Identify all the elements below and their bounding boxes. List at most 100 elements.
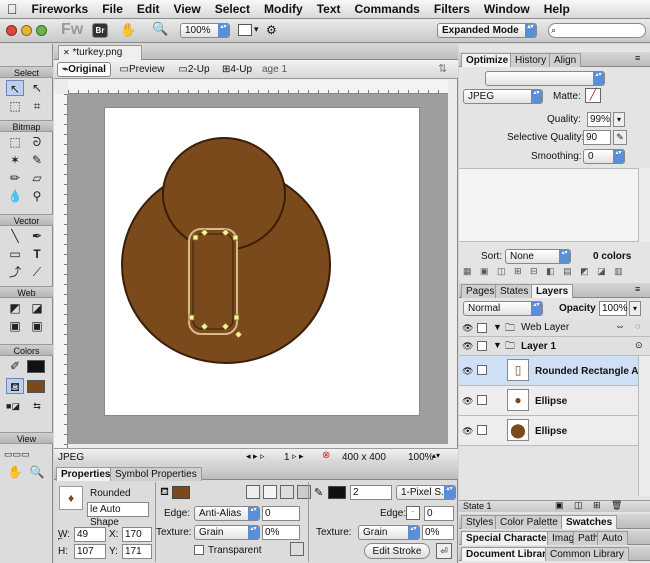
menu-help[interactable]: Help — [537, 2, 577, 16]
bridge-button[interactable]: Br — [92, 23, 108, 38]
scrollbar-layers[interactable] — [638, 356, 650, 496]
stroke-type-select[interactable]: 1-Pixel S... — [396, 485, 456, 500]
tab-styles[interactable]: Styles — [461, 515, 499, 529]
page-nav-icon[interactable]: ⇅ — [438, 62, 447, 75]
layer-row-web[interactable]: 👁 ▼ 🗀 Web Layer ⇔ ◌ — [459, 319, 650, 337]
lasso-tool-icon[interactable]: ᘐ — [28, 134, 46, 150]
menu-commands[interactable]: Commands — [348, 2, 427, 16]
quality-field[interactable]: 99% — [587, 112, 611, 127]
menu-text[interactable]: Text — [310, 2, 348, 16]
crop-tool-icon[interactable]: ⌗ — [28, 98, 46, 114]
texture-select[interactable]: Grain — [194, 525, 260, 540]
edit-stroke-button[interactable]: Edit Stroke — [364, 543, 430, 559]
rounded-rectangle-shape[interactable] — [188, 228, 238, 335]
lock-checkbox[interactable] — [477, 341, 487, 351]
palette-tool-icons[interactable]: ▦ ▣ ◫ ⊞ ⊟ ◧ ▤ ◩ ◪ ▥ — [463, 266, 626, 277]
stroke-size-field[interactable]: 2 — [350, 485, 392, 500]
lock-checkbox[interactable] — [477, 323, 487, 333]
tab-symbol-properties[interactable]: Symbol Properties — [110, 467, 202, 481]
view-2up-button[interactable]: ▭ 2-Up — [174, 62, 214, 77]
lock-checkbox[interactable] — [477, 365, 487, 375]
slice-tool-icon[interactable]: ◪ — [28, 300, 46, 316]
frame-nav-icon[interactable]: ▹ ▸ — [292, 451, 304, 462]
x-field[interactable]: 170 — [122, 527, 152, 542]
arrange-icon[interactable]: ⚙ — [266, 23, 277, 37]
tab-states[interactable]: States — [495, 284, 534, 298]
sort-select[interactable]: None — [505, 249, 571, 264]
layer-object-row[interactable]: 👁 ▯ Rounded Rectangle A... — [459, 356, 647, 386]
tab-document-library[interactable]: Document Library — [461, 547, 557, 561]
subselection-tool-icon[interactable]: ↖ — [28, 80, 46, 96]
swap-colors-icon[interactable]: ⇆ — [28, 398, 46, 414]
tab-align[interactable]: Align — [549, 53, 582, 67]
text-tool-icon[interactable]: T — [28, 246, 46, 262]
menu-fireworks[interactable]: Fireworks — [25, 2, 96, 16]
stop-icon[interactable]: ⊗ — [322, 450, 330, 461]
fill-extra-icon[interactable] — [290, 542, 304, 556]
y-field[interactable]: 171 — [122, 544, 152, 559]
document-tab[interactable]: ✕ *turkey.png — [58, 45, 142, 60]
layer-object-row[interactable]: 👁 ● Ellipse — [459, 386, 638, 416]
freeform-tool-icon[interactable]: ⤴ — [6, 264, 24, 280]
eraser-tool-icon[interactable]: ▱ — [28, 170, 46, 186]
tab-layers[interactable]: Layers — [531, 284, 574, 298]
menu-edit[interactable]: Edit — [130, 2, 167, 16]
turkey-artwork[interactable] — [105, 108, 419, 415]
fill-color-swatch[interactable] — [27, 380, 45, 393]
format-select[interactable]: JPEG — [463, 89, 543, 104]
state-label[interactable]: State 1 — [463, 501, 492, 511]
edge-value-field[interactable]: 0 — [262, 506, 300, 521]
tab-optimize[interactable]: Optimize — [461, 53, 514, 67]
layers-menu-icon[interactable]: ≡ — [635, 284, 640, 294]
stroke-options-icon[interactable]: ⏎ — [436, 543, 452, 559]
web-layer-share-icon[interactable]: ⇔ — [615, 321, 625, 332]
texture-amount-field[interactable]: 0% — [262, 525, 300, 540]
layout-dropdown-icon[interactable]: ▾ — [254, 24, 259, 35]
hand-icon[interactable]: ✋ — [120, 22, 136, 38]
selective-quality-edit-icon[interactable]: ✎ — [613, 130, 627, 145]
pencil-tool-icon[interactable]: ✏ — [6, 170, 24, 186]
close-tab-icon[interactable]: ✕ — [63, 48, 70, 57]
fill-gradient-icon[interactable] — [280, 485, 294, 499]
view-4up-button[interactable]: ⊞ 4-Up — [217, 62, 257, 77]
fill-options-icons[interactable] — [246, 485, 311, 499]
pen-tool-icon[interactable]: ✒ — [28, 228, 46, 244]
menu-select[interactable]: Select — [208, 2, 257, 16]
edge-select[interactable]: Anti-Alias — [194, 506, 260, 521]
layer-row-layer1[interactable]: 👁 ▼ 🗀 Layer 1 ⊙ — [459, 337, 650, 356]
scrollbar-optimize[interactable] — [638, 168, 650, 242]
transparent-checkbox[interactable] — [194, 545, 204, 555]
layer-object-row[interactable]: 👁 ⬤ Ellipse — [459, 416, 638, 446]
width-field[interactable]: 49 — [74, 527, 106, 542]
stroke-color-box[interactable] — [328, 486, 346, 499]
max-dot[interactable] — [36, 25, 47, 36]
expand-arrow-icon[interactable]: ▼ — [493, 322, 502, 332]
search-field[interactable]: ⌕ — [548, 23, 646, 38]
brush-tool-icon[interactable]: ✎ — [28, 152, 46, 168]
knife-tool-icon[interactable]: ⟋ — [28, 264, 46, 280]
blur-tool-icon[interactable]: 💧 — [6, 188, 24, 204]
rubber-stamp-icon[interactable]: ⚲ — [28, 188, 46, 204]
scale-tool-icon[interactable]: ⬚ — [6, 98, 24, 114]
eye-icon[interactable]: 👁 — [462, 366, 473, 377]
pointer-tool-icon[interactable]: ↖ — [6, 80, 24, 96]
web-layer-target-icon[interactable]: ◌ — [635, 321, 640, 331]
stroke-edge-field[interactable]: 0 — [424, 506, 454, 521]
paint-bucket-icon[interactable]: ⛾ — [6, 378, 24, 394]
layers-footer-icons[interactable]: ▣ ◫ ⊞ 🗑 — [555, 500, 626, 511]
tab-common-library[interactable]: Common Library — [545, 547, 629, 561]
matte-swatch[interactable]: ╱ — [585, 88, 601, 103]
line-tool-icon[interactable]: ╲ — [6, 228, 24, 244]
lock-checkbox[interactable] — [477, 395, 487, 405]
preset-select[interactable] — [485, 71, 605, 86]
tab-history[interactable]: History — [510, 53, 552, 67]
stroke-texture-select[interactable]: Grain — [358, 525, 420, 540]
layout-icon[interactable] — [238, 24, 252, 36]
workspace-switcher[interactable]: Expanded Mode — [437, 23, 537, 38]
fill-color-box[interactable] — [172, 486, 190, 499]
hand-tool-icon[interactable]: ✋ — [6, 464, 24, 480]
page-select-label[interactable]: age 1 — [262, 64, 287, 75]
lock-checkbox[interactable] — [477, 425, 487, 435]
menu-modify[interactable]: Modify — [257, 2, 310, 16]
menu-filters[interactable]: Filters — [427, 2, 477, 16]
